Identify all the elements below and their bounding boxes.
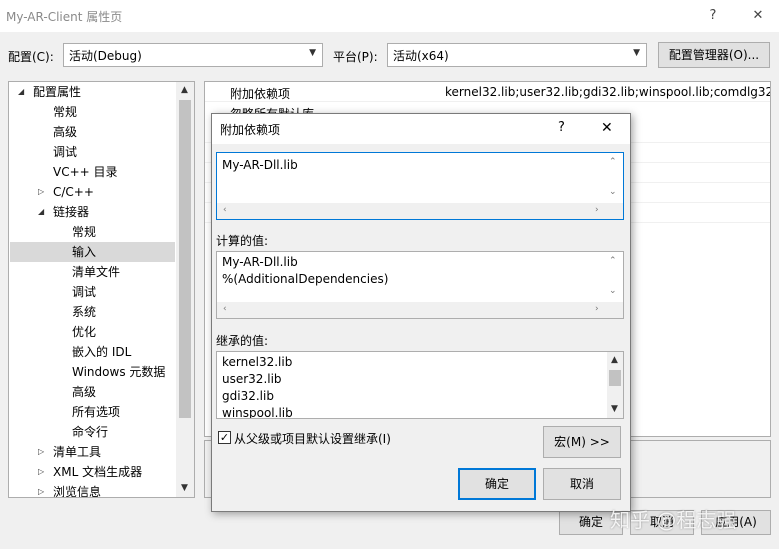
tree-item-command-line[interactable]: 命令行 xyxy=(72,422,108,442)
macro-button[interactable]: 宏(M) >> xyxy=(543,426,621,458)
additional-deps-dialog: 附加依赖项 ? ✕ My-AR-Dll.lib ⌃ ⌄ ‹ › 计算的值: My… xyxy=(211,113,631,512)
tree-item-system[interactable]: 系统 xyxy=(72,302,96,322)
inherited-line: gdi32.lib xyxy=(222,389,274,403)
tree-item-browse-info[interactable]: 浏览信息 xyxy=(53,482,101,497)
computed-line: %(AdditionalDependencies) xyxy=(222,272,389,286)
tree-item-all-options[interactable]: 所有选项 xyxy=(72,402,120,422)
dialog-ok-button[interactable]: 确定 xyxy=(458,468,536,500)
tree-item-general[interactable]: 常规 xyxy=(53,102,77,122)
tree-item-linker-debug[interactable]: 调试 xyxy=(72,282,96,302)
config-label: 配置(C): xyxy=(8,50,54,64)
watermark: 知乎 @程志强 xyxy=(610,508,737,532)
tree-item-linker[interactable]: 链接器 xyxy=(53,202,89,222)
inherited-scrollbar-thumb[interactable] xyxy=(609,370,621,386)
scroll-left-icon[interactable]: ‹ xyxy=(223,205,227,215)
scroll-down-icon[interactable]: ⌄ xyxy=(609,286,617,296)
tree-item-manifest[interactable]: 清单文件 xyxy=(72,262,120,282)
dialog-cancel-button[interactable]: 取消 xyxy=(543,468,621,500)
scroll-left-icon[interactable]: ‹ xyxy=(223,304,227,314)
tree-item-xml-doc[interactable]: XML 文档生成器 xyxy=(53,462,142,482)
chevron-down-icon: ▼ xyxy=(309,48,316,58)
config-manager-button[interactable]: 配置管理器(O)... xyxy=(658,42,770,68)
dependencies-edit-box[interactable]: My-AR-Dll.lib ⌃ ⌄ ‹ › xyxy=(216,152,624,220)
tree-item-debug[interactable]: 调试 xyxy=(53,142,77,162)
scroll-down-icon[interactable]: ▼ xyxy=(611,404,618,414)
dialog-title: 附加依赖项 xyxy=(220,123,281,137)
scroll-up-icon[interactable]: ▲ xyxy=(181,85,188,95)
window-titlebar: My-AR-Client 属性页 ? ✕ xyxy=(0,0,779,32)
scroll-right-icon[interactable]: › xyxy=(595,304,599,314)
help-icon[interactable]: ? xyxy=(697,4,729,28)
tree-item-advanced[interactable]: 高级 xyxy=(53,122,77,142)
inherit-checkbox[interactable]: ✓ xyxy=(218,431,231,444)
scroll-down-icon[interactable]: ▼ xyxy=(181,483,188,493)
inherited-line: kernel32.lib xyxy=(222,355,293,369)
dependencies-edit-text[interactable]: My-AR-Dll.lib xyxy=(222,158,298,172)
inherited-line: winspool.lib xyxy=(222,406,293,419)
tree-item-linker-input[interactable]: 输入 xyxy=(10,242,175,262)
inherited-values-box: kernel32.lib user32.lib gdi32.lib winspo… xyxy=(216,351,624,419)
close-icon[interactable]: ✕ xyxy=(601,120,613,136)
config-combo[interactable]: 活动(Debug) ▼ xyxy=(63,43,323,67)
horizontal-scrollbar[interactable]: ‹ › xyxy=(217,203,623,219)
scroll-right-icon[interactable]: › xyxy=(595,205,599,215)
tree-scrollbar-thumb[interactable] xyxy=(179,100,191,418)
tree-scrollbar[interactable]: ▲ ▼ xyxy=(176,82,194,497)
property-tree: ◢ 配置属性 常规 高级 调试 VC++ 目录 ▷ C/C++ ◢ 链接器 常规… xyxy=(8,81,195,498)
dialog-titlebar: 附加依赖项 ? ✕ xyxy=(212,114,630,144)
platform-label: 平台(P): xyxy=(333,50,378,64)
scroll-up-icon[interactable]: ⌃ xyxy=(609,256,617,266)
computed-values-label: 计算的值: xyxy=(216,234,269,248)
window-title: My-AR-Client 属性页 xyxy=(6,10,123,24)
inherited-scrollbar[interactable]: ▲ ▼ xyxy=(607,352,623,418)
property-value: kernel32.lib;user32.lib;gdi32.lib;winspo… xyxy=(445,85,771,99)
tree-item-optimization[interactable]: 优化 xyxy=(72,322,96,342)
tree-item-manifest-tool[interactable]: 清单工具 xyxy=(53,442,101,462)
tree-item-linker-advanced[interactable]: 高级 xyxy=(72,382,96,402)
tree-item-embedded-idl[interactable]: 嵌入的 IDL xyxy=(72,342,131,362)
computed-values-box: My-AR-Dll.lib %(AdditionalDependencies) … xyxy=(216,251,624,319)
scroll-down-icon[interactable]: ⌄ xyxy=(609,187,617,197)
inherited-values-label: 继承的值: xyxy=(216,334,269,348)
expanded-arrow-icon[interactable]: ◢ xyxy=(38,207,44,216)
config-combo-value: 活动(Debug) xyxy=(69,49,142,63)
tree-item-cpp[interactable]: C/C++ xyxy=(53,182,94,202)
scroll-up-icon[interactable]: ⌃ xyxy=(609,157,617,167)
collapsed-arrow-icon[interactable]: ▷ xyxy=(38,487,44,496)
collapsed-arrow-icon[interactable]: ▷ xyxy=(38,467,44,476)
inherited-line: user32.lib xyxy=(222,372,282,386)
tree-item-vc-dirs[interactable]: VC++ 目录 xyxy=(53,162,118,182)
tree-item-linker-general[interactable]: 常规 xyxy=(72,222,96,242)
horizontal-scrollbar[interactable]: ‹ › xyxy=(217,302,623,318)
platform-combo-value: 活动(x64) xyxy=(393,49,449,63)
close-icon[interactable]: ✕ xyxy=(742,4,774,28)
platform-combo[interactable]: 活动(x64) ▼ xyxy=(387,43,647,67)
tree-item-windows-metadata[interactable]: Windows 元数据 xyxy=(72,362,165,382)
help-icon[interactable]: ? xyxy=(558,120,565,135)
expanded-arrow-icon[interactable]: ◢ xyxy=(18,87,24,96)
tree-item-config-props[interactable]: 配置属性 xyxy=(33,82,81,102)
property-row-additional-deps[interactable]: 附加依赖项 kernel32.lib;user32.lib;gdi32.lib;… xyxy=(205,82,770,102)
collapsed-arrow-icon[interactable]: ▷ xyxy=(38,187,44,196)
inherit-checkbox-label[interactable]: 从父级或项目默认设置继承(I) xyxy=(234,430,391,447)
property-name: 附加依赖项 xyxy=(230,87,291,101)
computed-line: My-AR-Dll.lib xyxy=(222,255,298,269)
chevron-down-icon: ▼ xyxy=(633,48,640,58)
collapsed-arrow-icon[interactable]: ▷ xyxy=(38,447,44,456)
scroll-up-icon[interactable]: ▲ xyxy=(611,355,618,365)
